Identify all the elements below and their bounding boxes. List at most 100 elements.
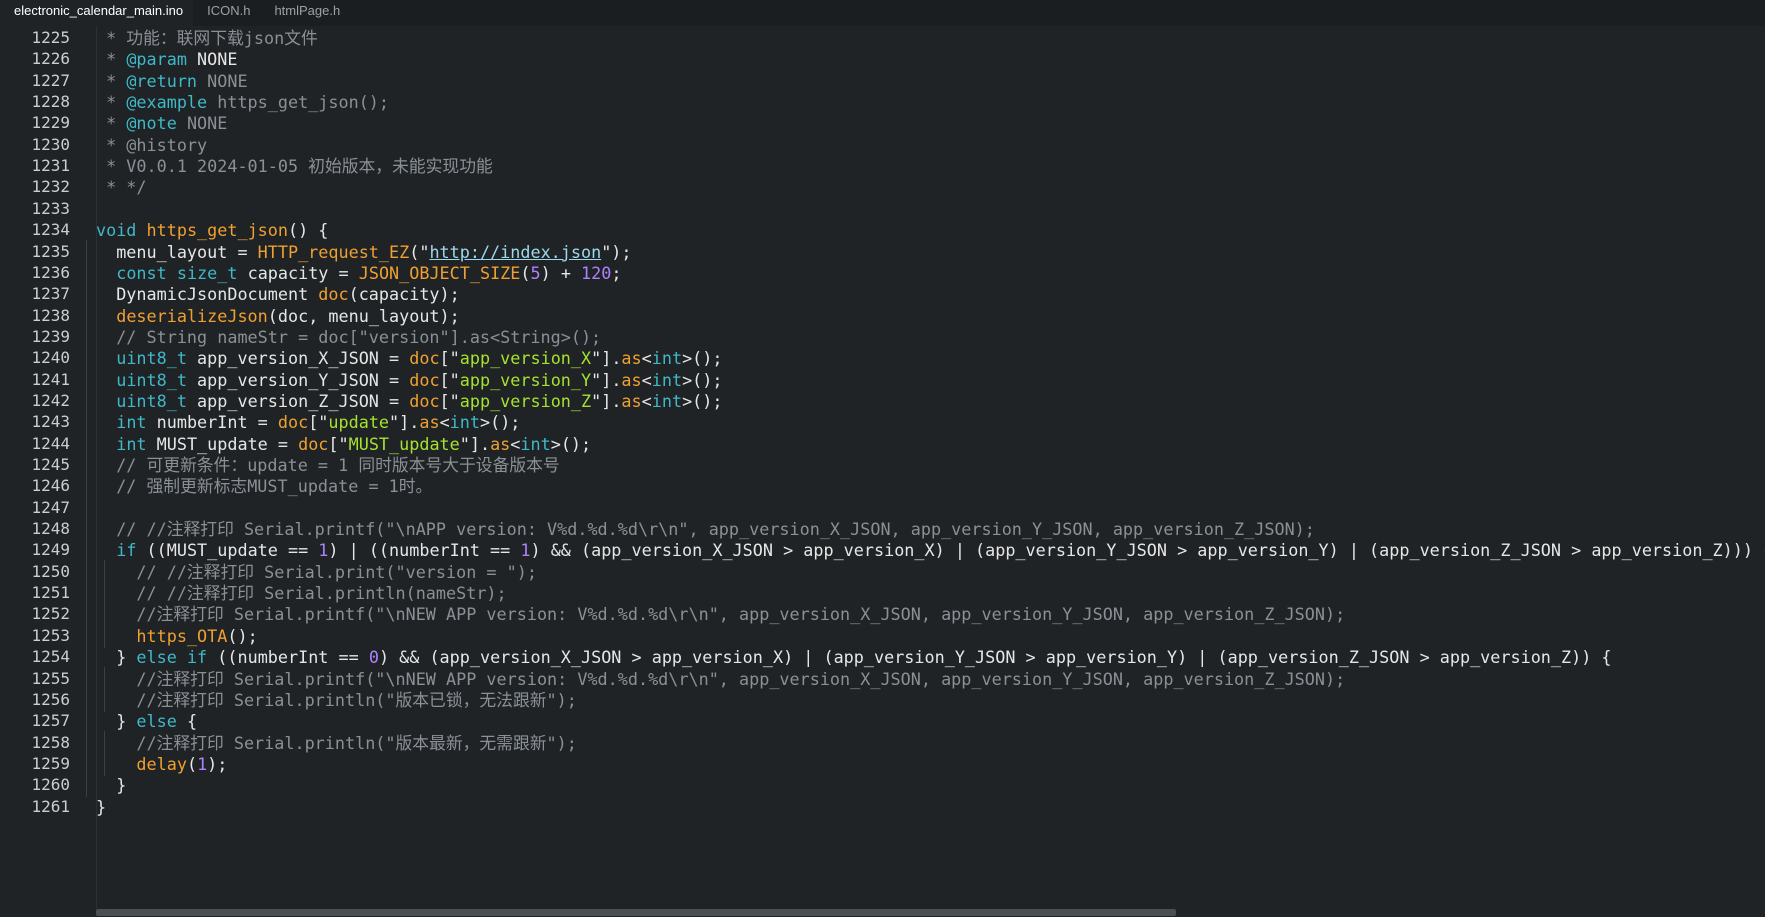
code-token-plain: ( bbox=[520, 262, 531, 283]
code-token-plain: "]. bbox=[591, 390, 622, 411]
code-token-keyword: uint8_t bbox=[116, 369, 187, 390]
code-token-plain: ((numberInt == bbox=[207, 647, 369, 668]
code-token-link[interactable]: http://index.json bbox=[429, 242, 601, 262]
code-token-function: doc bbox=[409, 348, 440, 369]
code-token-comment: //注释打印 Serial.printf("\nNEW APP version:… bbox=[96, 668, 1346, 689]
code-token-plain: { bbox=[176, 711, 198, 732]
code-token-plain: >(); bbox=[479, 412, 521, 433]
code-token-function: doc bbox=[409, 390, 440, 411]
code-token-plain: DynamicJsonDocument bbox=[96, 284, 319, 305]
code-token-comment: //注释打印 Serial.printf("\nNEW APP version:… bbox=[96, 604, 1346, 625]
code-token-keyword: uint8_t bbox=[116, 390, 187, 411]
code-token-keyword: @example bbox=[126, 92, 208, 113]
code-token-plain: [" bbox=[308, 412, 329, 433]
code-token-comment: // 强制更新标志MUST_update = 1时。 bbox=[96, 476, 433, 497]
code-token-comment: * bbox=[96, 70, 127, 91]
tab-bar: electronic_calendar_main.ino ICON.h htmlPa… bbox=[0, 0, 1765, 26]
tab-htmlpage-h[interactable]: htmlPage.h bbox=[260, 0, 350, 26]
code-token-comment: // 可更新条件：update = 1 同时版本号大于设备版本号 bbox=[96, 455, 560, 475]
code-token-comment: * V0.0.1 2024-01-05 初始版本，未能实现功能 bbox=[96, 156, 493, 177]
code-token-plain: } bbox=[96, 711, 137, 732]
code-token-function: JSON_OBJECT_SIZE bbox=[358, 262, 521, 283]
horizontal-scrollbar[interactable] bbox=[96, 909, 1765, 917]
code-token-comment: * */ bbox=[96, 177, 147, 198]
code-token-keyword: else bbox=[136, 647, 177, 668]
code-token-plain: "]. bbox=[459, 433, 491, 454]
code-token-string: update bbox=[328, 412, 390, 433]
code-token-plain: } bbox=[96, 796, 107, 817]
code-token-plain: (" bbox=[409, 241, 430, 262]
code-token-number: 5 bbox=[530, 262, 541, 283]
code-token-plain: app_version_Y_JSON = bbox=[186, 369, 410, 390]
code-token-function: HTTP_request_EZ bbox=[257, 241, 410, 262]
code-token-string: app_version_Z bbox=[459, 390, 592, 411]
code-token-number: 1 bbox=[197, 753, 208, 774]
code-token-number: 1 bbox=[318, 540, 329, 561]
code-token-function: delay bbox=[136, 753, 187, 774]
code-token-comment: * bbox=[96, 92, 127, 113]
code-token-function: https_get_json bbox=[146, 220, 288, 241]
code-token-plain: } bbox=[96, 775, 127, 796]
code-token-plain: (); bbox=[227, 625, 258, 646]
code-token-plain: < bbox=[641, 390, 652, 411]
code-token-keyword: int bbox=[449, 412, 480, 433]
code-token-plain: ; bbox=[611, 262, 622, 283]
code-token-function: as bbox=[419, 412, 440, 433]
code-token-keyword: @note bbox=[126, 113, 177, 134]
code-token-string: app_version_Y bbox=[459, 369, 592, 390]
code-token-comment: NONE bbox=[197, 70, 248, 91]
code-token-plain: MUST_update = bbox=[146, 433, 299, 454]
code-token-comment: // //注释打印 Serial.printf("\nAPP version: … bbox=[96, 519, 1315, 540]
code-token-keyword: int bbox=[520, 433, 551, 454]
code-token-number: 1 bbox=[520, 540, 531, 561]
code-token-comment: https_get_json(); bbox=[207, 92, 389, 113]
code-token-plain: "]. bbox=[389, 412, 420, 433]
code-token-keyword: @param bbox=[126, 49, 187, 70]
code-token-plain: [" bbox=[439, 390, 460, 411]
code-token-plain: ((MUST_update == bbox=[136, 540, 319, 561]
code-token-comment: // //注释打印 Serial.println(nameStr); bbox=[96, 583, 507, 604]
code-line[interactable]: 1261} bbox=[0, 795, 1765, 819]
code-token-plain: [" bbox=[328, 433, 349, 454]
code-token-plain: "]. bbox=[591, 369, 622, 390]
code-token-plain: app_version_X_JSON = bbox=[186, 348, 410, 369]
code-token-keyword: uint8_t bbox=[116, 348, 187, 369]
code-token-plain: [" bbox=[439, 348, 460, 369]
code-token-keyword: @return bbox=[126, 70, 198, 91]
code-token-comment: // String nameStr = doc["version"].as<St… bbox=[96, 326, 602, 347]
code-editor[interactable]: 1225 * 功能：联网下载json文件 1226 * @param NONE 12… bbox=[0, 26, 1765, 917]
tab-icon-h[interactable]: ICON.h bbox=[193, 0, 260, 26]
code-token-plain: < bbox=[510, 433, 521, 454]
code-token-plain: "]. bbox=[591, 348, 622, 369]
code-token-plain: ) | ((numberInt == bbox=[328, 540, 521, 561]
code-token-plain: } bbox=[96, 647, 137, 668]
code-token-keyword: int bbox=[116, 412, 147, 433]
tab-electronic-calendar-main-ino[interactable]: electronic_calendar_main.ino bbox=[0, 0, 194, 26]
code-token-function: doc bbox=[409, 369, 440, 390]
code-token-plain: ) && (app_version_X_JSON > app_version_X… bbox=[378, 647, 1612, 668]
code-token-plain: < bbox=[641, 369, 652, 390]
code-token-comment: //注释打印 Serial.println("版本最新，无需跟新"); bbox=[96, 732, 577, 753]
code-token-keyword: size_t bbox=[176, 262, 238, 283]
code-token-plain: [" bbox=[439, 369, 460, 390]
code-token-keyword: int bbox=[651, 390, 683, 411]
code-token-plain: capacity = bbox=[237, 262, 359, 283]
code-token-plain: (capacity); bbox=[348, 284, 460, 305]
code-token-function: as bbox=[490, 433, 511, 454]
horizontal-scrollbar-thumb[interactable] bbox=[96, 909, 1176, 916]
code-token-string: app_version_X bbox=[459, 348, 592, 369]
code-token-function: https_OTA bbox=[136, 625, 228, 646]
code-token-comment: * @history bbox=[96, 134, 208, 155]
code-token-keyword: const bbox=[116, 262, 167, 283]
code-token-plain: < bbox=[439, 412, 450, 433]
code-token-plain: >(); bbox=[550, 433, 592, 454]
